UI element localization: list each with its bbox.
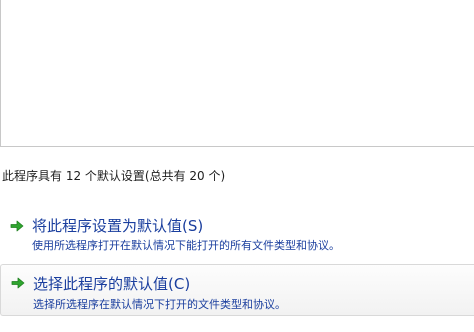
default-settings-summary: 此程序具有 12 个默认设置(总共有 20 个): [2, 169, 226, 183]
choose-defaults-command[interactable]: 选择此程序的默认值(C) 选择所选程序在默认情况下打开的文件类型和协议。: [0, 264, 474, 316]
set-as-default-title: 将此程序设置为默认值(S): [32, 217, 204, 235]
green-arrow-icon: [10, 220, 24, 232]
choose-defaults-title: 选择此程序的默认值(C): [33, 275, 191, 293]
choose-defaults-description: 选择所选程序在默认情况下打开的文件类型和协议。: [33, 298, 286, 311]
set-as-default-command[interactable]: 将此程序设置为默认值(S) 使用所选程序打开在默认情况下能打开的所有文件类型和协…: [0, 210, 474, 262]
set-as-default-description: 使用所选程序打开在默认情况下能打开的所有文件类型和协议。: [32, 239, 340, 252]
program-description-box: [0, 0, 474, 147]
set-default-programs-page: 此程序具有 12 个默认设置(总共有 20 个) 将此程序设置为默认值(S) 使…: [0, 0, 474, 332]
green-arrow-icon: [11, 277, 25, 289]
